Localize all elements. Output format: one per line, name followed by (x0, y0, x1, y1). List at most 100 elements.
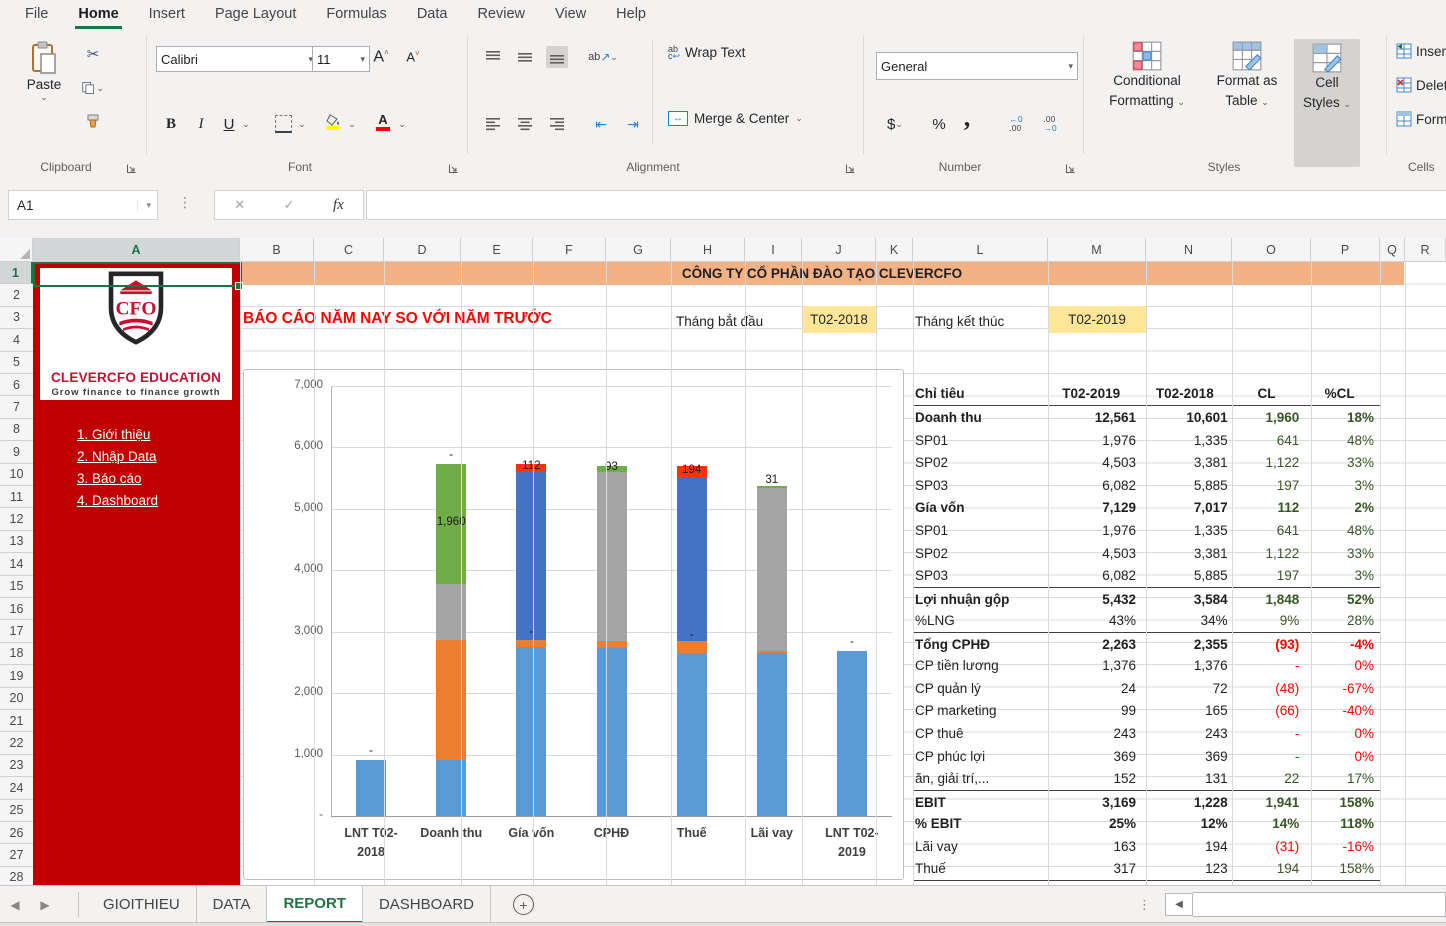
column-header-L[interactable]: L (913, 238, 1048, 262)
enter-icon[interactable]: ✓ (284, 197, 295, 213)
insert-cells-button[interactable]: Insert (1396, 43, 1446, 59)
row-header-24[interactable]: 24 (0, 777, 33, 799)
row-header-7[interactable]: 7 (0, 396, 33, 418)
row-header-21[interactable]: 21 (0, 710, 33, 732)
row-header-14[interactable]: 14 (0, 553, 33, 575)
middle-align-button[interactable] (514, 46, 536, 68)
fx-icon[interactable]: fx (333, 197, 344, 214)
column-header-A[interactable]: A (33, 238, 240, 262)
row-header-19[interactable]: 19 (0, 665, 33, 687)
delete-cells-button[interactable]: Delete (1396, 77, 1446, 93)
italic-button[interactable]: I (190, 113, 212, 135)
chart[interactable]: -1,0002,0003,0004,0005,0006,0007,000-LNT… (243, 369, 904, 880)
name-box[interactable]: A1 ▾ (8, 190, 158, 220)
menu-tab-view[interactable]: View (540, 0, 601, 29)
menu-tab-formulas[interactable]: Formulas (311, 0, 401, 29)
paste-button[interactable]: Paste ⌄ (18, 41, 70, 103)
conditional-formatting-button[interactable]: ConditionalFormatting ⌄ (1098, 41, 1196, 110)
row-header-28[interactable]: 28 (0, 867, 33, 885)
sidebar-link-1[interactable]: 1. Giới thiệu (77, 427, 150, 442)
format-as-table-button[interactable]: Format asTable ⌄ (1204, 41, 1290, 110)
row-header-4[interactable]: 4 (0, 329, 33, 351)
column-header-B[interactable]: B (240, 238, 314, 262)
column-header-P[interactable]: P (1311, 238, 1380, 262)
column-header-K[interactable]: K (876, 238, 913, 262)
row-header-2[interactable]: 2 (0, 284, 33, 306)
row-header-23[interactable]: 23 (0, 755, 33, 777)
formula-input[interactable] (366, 190, 1446, 220)
underline-button[interactable]: U (218, 113, 240, 135)
row-header-27[interactable]: 27 (0, 844, 33, 866)
sheet-tab-dashboard[interactable]: DASHBOARD (363, 886, 491, 923)
clipboard-dialog-launcher[interactable] (126, 161, 138, 173)
column-header-R[interactable]: R (1405, 238, 1446, 262)
column-header-Q[interactable]: Q (1380, 238, 1405, 262)
shrink-font-button[interactable]: A˅ (402, 46, 424, 68)
hscroll-left-arrow[interactable]: ◀ (1165, 893, 1193, 916)
period-end-label[interactable]: Tháng kết thúc (915, 308, 1004, 334)
report-table[interactable]: Chỉ tiêuT02-2019T02-2018CL%CLDoanh thu12… (913, 382, 1387, 885)
cell-styles-button[interactable]: CellStyles ⌄ (1294, 39, 1360, 167)
percent-style-button[interactable]: % (928, 113, 950, 135)
sheet-nav-left-icon[interactable]: ◀ (0, 886, 30, 923)
sidebar-link-4[interactable]: 4. Dashboard (77, 493, 158, 508)
sheet-nav-right-icon[interactable]: ▶ (30, 886, 60, 923)
underline-caret-icon[interactable]: ⌄ (240, 113, 252, 135)
menu-tab-page-layout[interactable]: Page Layout (200, 0, 311, 29)
decrease-decimal-button[interactable]: .00→0 (1036, 113, 1064, 135)
column-header-C[interactable]: C (314, 238, 384, 262)
merge-center-button[interactable]: ↔ Merge & Center ⌄ (668, 111, 803, 126)
row-header-10[interactable]: 10 (0, 464, 33, 486)
menu-tab-insert[interactable]: Insert (134, 0, 200, 29)
tab-scroll-splitter[interactable]: ⋮ (1138, 897, 1151, 913)
decrease-indent-button[interactable]: ⇤ (590, 113, 612, 135)
menu-tab-help[interactable]: Help (601, 0, 661, 29)
grow-font-button[interactable]: A˄ (370, 46, 392, 68)
menu-tab-home[interactable]: Home (63, 0, 133, 29)
comma-style-button[interactable]: , (956, 107, 978, 129)
number-format-combo[interactable]: General▾ (876, 52, 1078, 80)
menu-tab-review[interactable]: Review (462, 0, 540, 29)
cancel-icon[interactable]: ✕ (234, 197, 245, 213)
column-header-G[interactable]: G (606, 238, 671, 262)
sheet-tab-report[interactable]: REPORT (267, 886, 363, 923)
font-color-caret-icon[interactable]: ⌄ (396, 113, 408, 135)
row-header-12[interactable]: 12 (0, 508, 33, 530)
sheet-tab-data[interactable]: DATA (197, 886, 268, 923)
row-header-9[interactable]: 9 (0, 441, 33, 463)
wrap-text-button[interactable]: abc↩ Wrap Text (668, 45, 745, 60)
period-start-label[interactable]: Tháng bắt đầu (676, 308, 763, 334)
column-header-O[interactable]: O (1232, 238, 1311, 262)
report-title[interactable]: BÁO CÁO NĂM NAY SO VỚI NĂM TRƯỚC (243, 310, 552, 328)
format-painter-button[interactable] (82, 111, 104, 133)
row-header-11[interactable]: 11 (0, 486, 33, 508)
number-dialog-launcher[interactable] (1065, 161, 1077, 173)
font-dialog-launcher[interactable] (448, 161, 460, 173)
font-color-button[interactable]: A (372, 111, 394, 133)
cut-button[interactable]: ✂ (82, 43, 104, 65)
borders-caret-icon[interactable]: ⌄ (296, 113, 308, 135)
orientation-button[interactable]: ab ↗ ⌄ (588, 46, 618, 68)
row-header-25[interactable]: 25 (0, 800, 33, 822)
row-header-18[interactable]: 18 (0, 643, 33, 665)
align-left-button[interactable] (482, 113, 504, 135)
company-title-banner[interactable]: CÔNG TY CỔ PHẦN ĐÀO TẠO CLEVERCFO (240, 262, 1404, 285)
worksheet[interactable]: ABCDEFGHIJKLMNOPQR 123456789101112131415… (0, 238, 1446, 885)
row-header-22[interactable]: 22 (0, 732, 33, 754)
row-header-5[interactable]: 5 (0, 352, 33, 374)
row-header-3[interactable]: 3 (0, 307, 33, 329)
row-header-20[interactable]: 20 (0, 688, 33, 710)
selection-fill-handle[interactable] (235, 282, 243, 290)
column-header-J[interactable]: J (802, 238, 876, 262)
increase-decimal-button[interactable]: ←0.00 (1002, 113, 1030, 135)
fill-color-caret-icon[interactable]: ⌄ (346, 113, 358, 135)
copy-button[interactable]: ⌄ (82, 77, 104, 99)
row-header-15[interactable]: 15 (0, 576, 33, 598)
align-right-button[interactable] (546, 113, 568, 135)
menu-tab-file[interactable]: File (10, 0, 63, 29)
period-start-cell[interactable]: T02-2018 (802, 306, 876, 333)
sidebar-link-2[interactable]: 2. Nhập Data (77, 449, 157, 464)
borders-button[interactable] (272, 113, 294, 135)
row-header-1[interactable]: 1 (0, 262, 33, 284)
hscroll-thumb[interactable] (1193, 892, 1446, 917)
